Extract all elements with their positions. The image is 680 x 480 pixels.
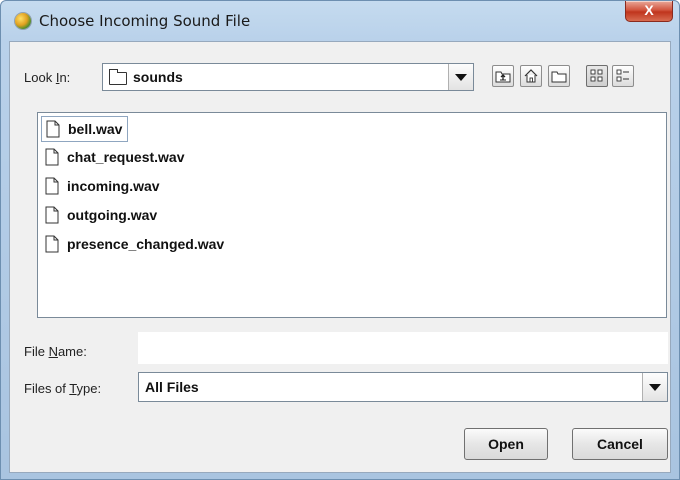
- file-type-dropdown[interactable]: All Files: [138, 372, 668, 402]
- file-type-value: All Files: [145, 379, 199, 395]
- details-view-icon: [616, 69, 629, 82]
- file-type-label: Files of Type:: [24, 381, 102, 396]
- chevron-down-icon: [455, 74, 467, 81]
- new-folder-icon: [551, 71, 567, 83]
- file-item-chat-request[interactable]: chat_request.wav: [41, 145, 190, 169]
- folder-icon: [109, 69, 127, 85]
- file-name: presence_changed.wav: [67, 236, 225, 252]
- look-in-dropdown[interactable]: sounds: [102, 63, 474, 91]
- file-item-incoming[interactable]: incoming.wav: [41, 174, 165, 198]
- home-button[interactable]: [520, 65, 542, 87]
- list-view-button[interactable]: [586, 65, 608, 87]
- look-in-dropdown-arrow[interactable]: [448, 64, 473, 90]
- file-item-outgoing[interactable]: outgoing.wav: [41, 203, 162, 227]
- document-icon: [46, 120, 60, 138]
- document-icon: [45, 148, 59, 166]
- file-name: bell.wav: [68, 121, 123, 137]
- look-in-value: sounds: [133, 69, 183, 85]
- file-name-label: File Name:: [24, 344, 87, 359]
- chevron-down-icon: [649, 384, 661, 391]
- file-type-dropdown-arrow[interactable]: [642, 373, 667, 401]
- dialog-window: Choose Incoming Sound File X Look In: so…: [0, 0, 680, 480]
- open-button[interactable]: Open: [464, 428, 548, 460]
- title-bar[interactable]: Choose Incoming Sound File X: [1, 1, 679, 41]
- up-one-level-icon: [495, 71, 511, 83]
- document-icon: [45, 206, 59, 224]
- details-view-button[interactable]: [612, 65, 634, 87]
- document-icon: [45, 235, 59, 253]
- cancel-button[interactable]: Cancel: [572, 428, 668, 460]
- file-list[interactable]: bell.wav chat_request.wav incoming.wav o…: [37, 112, 667, 318]
- list-view-icon: [590, 69, 603, 82]
- new-folder-button[interactable]: [548, 65, 570, 87]
- home-icon: [524, 69, 538, 83]
- file-name: chat_request.wav: [67, 149, 185, 165]
- app-icon: [15, 13, 31, 29]
- file-item-bell[interactable]: bell.wav: [41, 116, 129, 142]
- up-one-level-button[interactable]: [492, 65, 514, 87]
- file-name-input[interactable]: [138, 332, 668, 364]
- window-title: Choose Incoming Sound File: [39, 12, 251, 30]
- document-icon: [45, 177, 59, 195]
- close-button[interactable]: X: [625, 1, 673, 22]
- look-in-label: Look In:: [24, 70, 71, 85]
- file-item-presence-changed[interactable]: presence_changed.wav: [41, 232, 229, 256]
- file-name: outgoing.wav: [67, 207, 158, 223]
- dialog-body: Look In: sounds bell.wav chat_request.wa…: [9, 41, 671, 473]
- file-name: incoming.wav: [67, 178, 160, 194]
